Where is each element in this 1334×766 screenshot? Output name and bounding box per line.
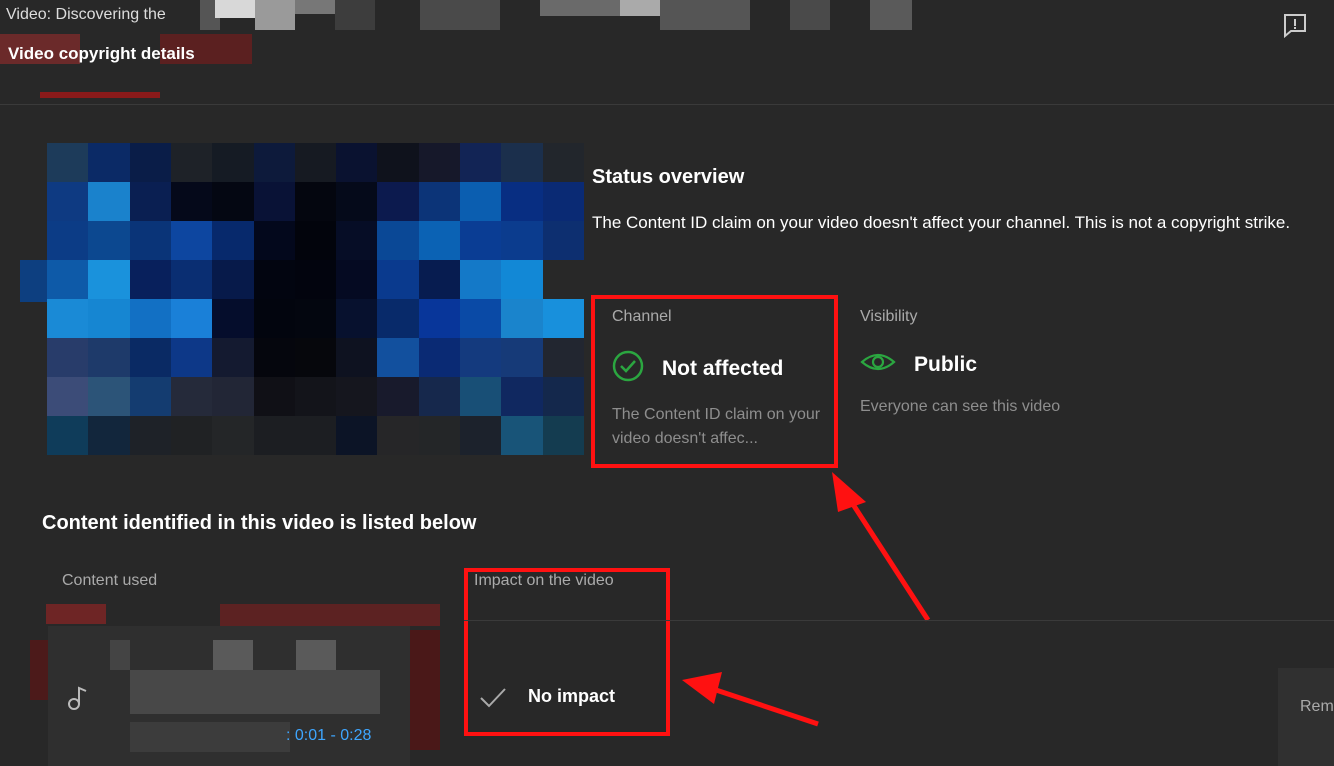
check-icon — [478, 684, 508, 715]
impact-status: No impact — [528, 686, 616, 706]
action-panel — [1278, 668, 1334, 766]
content-time-range[interactable]: : 0:01 - 0:28 — [286, 727, 371, 745]
redacted-block — [335, 0, 375, 30]
redacted-block — [255, 0, 295, 30]
annotation-box-channel — [591, 295, 838, 468]
status-description: The Content ID claim on your video doesn… — [592, 213, 1291, 232]
redacted-block — [870, 0, 912, 30]
column-content-used: Content used — [62, 572, 158, 589]
remove-action[interactable]: Rem — [1300, 698, 1334, 716]
redacted-block — [295, 0, 335, 14]
redacted-block — [790, 0, 830, 30]
eye-icon — [860, 350, 896, 379]
redacted-block — [660, 0, 750, 30]
header-divider — [0, 104, 1334, 105]
status-overview-title: Status overview — [592, 166, 745, 188]
feedback-icon[interactable] — [1282, 12, 1308, 39]
visibility-label: Visibility — [860, 308, 918, 325]
redacted-block — [420, 0, 500, 30]
visibility-description: Everyone can see this video — [860, 398, 1061, 415]
content-row-redaction — [30, 600, 440, 766]
annotation-arrows — [682, 472, 931, 727]
column-impact: Impact on the video — [474, 572, 614, 589]
row-divider — [464, 620, 1334, 621]
video-thumbnail[interactable] — [47, 143, 584, 455]
visibility-card: Visibility Public Everyone can see this … — [860, 308, 1070, 419]
redacted-block — [620, 0, 660, 16]
content-section-title: Content identified in this video is list… — [42, 512, 477, 534]
dialog-title: Video copyright details — [8, 44, 195, 63]
redacted-block — [215, 0, 255, 18]
visibility-status: Public — [914, 352, 978, 376]
music-note-icon — [66, 684, 92, 717]
thumbnail-edge — [20, 260, 48, 302]
video-title: Video: Discovering the — [6, 6, 166, 23]
